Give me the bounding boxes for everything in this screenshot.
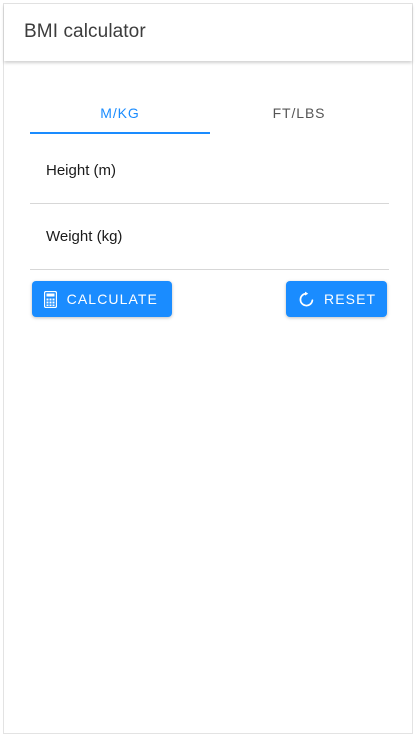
tab-imperial-label: FT/LBS: [272, 104, 326, 121]
app-window: BMI calculator M/KG FT/LBS Height (m) We…: [3, 3, 413, 734]
calculate-button[interactable]: CALCULATE: [32, 281, 172, 317]
calculate-label: CALCULATE: [66, 291, 158, 307]
weight-field: [30, 204, 389, 270]
tab-metric[interactable]: M/KG: [30, 91, 210, 134]
app-bar: BMI calculator: [4, 4, 412, 61]
weight-input[interactable]: [30, 204, 389, 269]
tab-metric-label: M/KG: [100, 104, 140, 121]
calculator-icon: [44, 290, 58, 308]
refresh-icon: [298, 290, 315, 308]
reset-label: RESET: [324, 291, 377, 307]
active-tab-indicator: [30, 132, 210, 134]
unit-tabs: M/KG FT/LBS: [30, 91, 389, 134]
height-field: [30, 138, 389, 204]
reset-button[interactable]: RESET: [286, 281, 387, 317]
app-title: BMI calculator: [24, 21, 146, 42]
height-input[interactable]: [30, 138, 389, 203]
tab-imperial[interactable]: FT/LBS: [209, 91, 389, 134]
